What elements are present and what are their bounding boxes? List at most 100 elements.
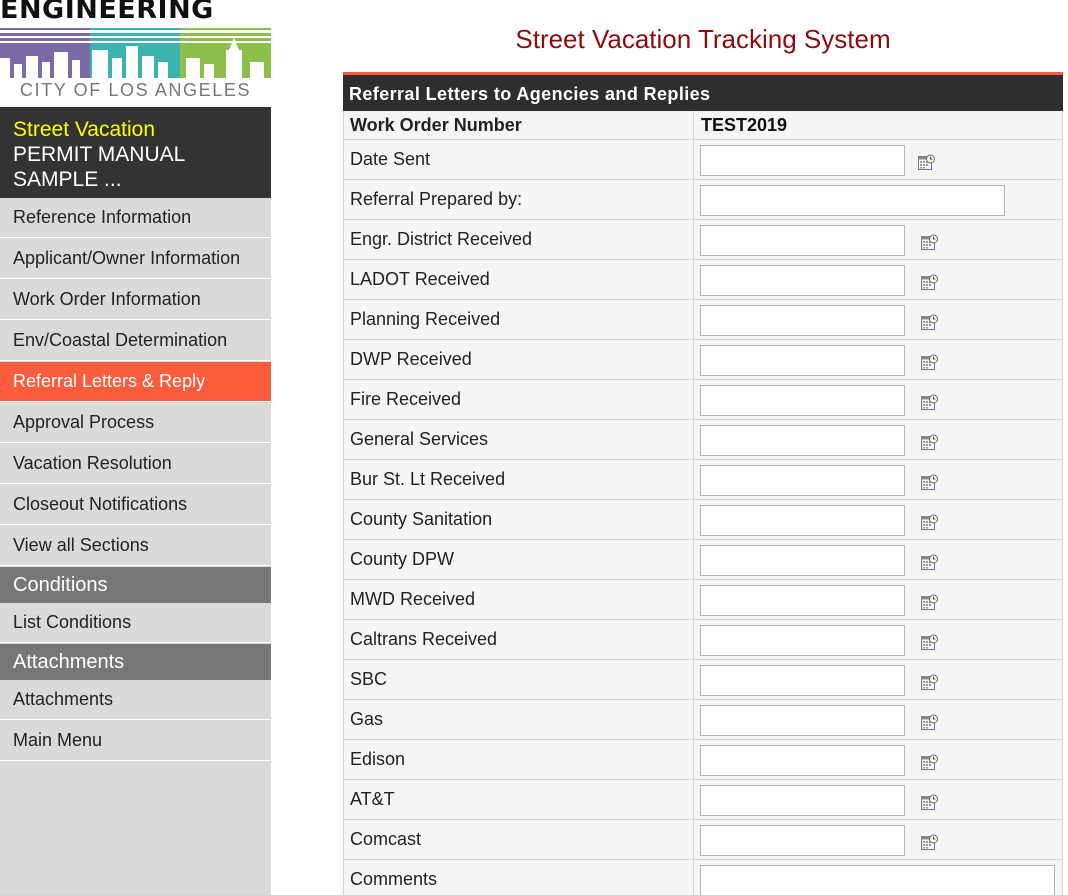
planning-received-label: Planning Received: [350, 309, 501, 329]
form-row-dwp-received: DWP Received: [343, 340, 1063, 380]
app-title: Street Vacation: [13, 118, 156, 141]
nav-item-attachments[interactable]: Attachments: [0, 680, 271, 720]
calendar-icon[interactable]: [921, 474, 938, 491]
calendar-icon[interactable]: [921, 794, 938, 811]
comments-input[interactable]: [700, 865, 1055, 895]
calendar-icon[interactable]: [918, 154, 935, 171]
nav-item-closeout-notifications[interactable]: Closeout Notifications: [0, 485, 271, 525]
planning-received-input[interactable]: [700, 305, 905, 336]
engineering-logo: ENGINEERING CITY OF LOS ANGELES: [0, 0, 271, 107]
form-row-mwd-received: MWD Received: [343, 580, 1063, 620]
nav-item-applicant-owner-information[interactable]: Applicant/Owner Information: [0, 239, 271, 279]
dwp-received-label: DWP Received: [350, 349, 472, 369]
gas-input[interactable]: [700, 705, 905, 736]
nav-item-view-all-sections[interactable]: View all Sections: [0, 526, 271, 566]
nav-item-env-coastal-determination[interactable]: Env/Coastal Determination: [0, 321, 271, 361]
calendar-icon[interactable]: [921, 434, 938, 451]
date-sent-label: Date Sent: [350, 149, 431, 169]
form-row-engr-district-received: Engr. District Received: [343, 220, 1063, 260]
column-divider: [693, 780, 694, 819]
calendar-icon[interactable]: [921, 554, 938, 571]
form-row-county-dpw: County DPW: [343, 540, 1063, 580]
form-row-date-sent: Date Sent: [343, 140, 1063, 180]
comcast-input[interactable]: [700, 825, 905, 856]
column-divider: [693, 111, 694, 139]
column-divider: [693, 740, 694, 779]
dwp-received-input[interactable]: [700, 345, 905, 376]
county-sanitation-input[interactable]: [700, 505, 905, 536]
county-sanitation-label: County Sanitation: [350, 509, 493, 529]
form-row-caltrans-received: Caltrans Received: [343, 620, 1063, 660]
general-services-label: General Services: [350, 429, 489, 449]
calendar-icon[interactable]: [921, 354, 938, 371]
edison-label: Edison: [350, 749, 406, 769]
column-divider: [693, 620, 694, 659]
nav-item-work-order-information[interactable]: Work Order Information: [0, 280, 271, 320]
referral-prepared-by-input[interactable]: [700, 185, 1005, 216]
sbc-label: SBC: [350, 669, 388, 689]
nav-item-reference-information[interactable]: Reference Information: [0, 198, 271, 238]
nav-item-list-conditions[interactable]: List Conditions: [0, 603, 271, 643]
page-title: Street Vacation Tracking System: [515, 24, 891, 54]
app-subtitle-line1: PERMIT MANUAL: [13, 143, 186, 166]
form-row-ladot-received: LADOT Received: [343, 260, 1063, 300]
mwd-received-input[interactable]: [700, 585, 905, 616]
fire-received-input[interactable]: [700, 385, 905, 416]
calendar-icon[interactable]: [921, 314, 938, 331]
caltrans-received-label: Caltrans Received: [350, 629, 498, 649]
bur-st-lt-received-input[interactable]: [700, 465, 905, 496]
general-services-input[interactable]: [700, 425, 905, 456]
column-divider: [693, 860, 694, 895]
fire-received-label: Fire Received: [350, 389, 462, 409]
calendar-icon[interactable]: [921, 394, 938, 411]
gas-label: Gas: [350, 709, 384, 729]
nav-header-attachments: Attachments: [0, 644, 271, 680]
city-skyline-logo-graphic: [0, 28, 271, 78]
calendar-icon[interactable]: [921, 594, 938, 611]
form-row-county-sanitation: County Sanitation: [343, 500, 1063, 540]
date-sent-input[interactable]: [700, 145, 905, 176]
edison-input[interactable]: [700, 745, 905, 776]
calendar-icon[interactable]: [921, 754, 938, 771]
calendar-icon[interactable]: [921, 274, 938, 291]
form-row-comcast: Comcast: [343, 820, 1063, 860]
nav-item-vacation-resolution[interactable]: Vacation Resolution: [0, 444, 271, 484]
form-row-comments: Comments: [343, 860, 1063, 895]
calendar-icon[interactable]: [921, 674, 938, 691]
nav-item-referral-letters-reply[interactable]: Referral Letters & Reply: [0, 362, 271, 402]
column-divider: [693, 180, 694, 219]
work-order-label: Work Order Number: [350, 114, 522, 135]
calendar-icon[interactable]: [921, 714, 938, 731]
calendar-icon[interactable]: [921, 514, 938, 531]
sbc-input[interactable]: [700, 665, 905, 696]
engr-district-received-input[interactable]: [700, 225, 905, 256]
caltrans-received-input[interactable]: [700, 625, 905, 656]
at-t-label: AT&T: [350, 789, 395, 809]
column-divider: [693, 460, 694, 499]
column-divider: [693, 260, 694, 299]
column-divider: [693, 700, 694, 739]
at-t-input[interactable]: [700, 785, 905, 816]
nav-item-approval-process[interactable]: Approval Process: [0, 403, 271, 443]
calendar-icon[interactable]: [921, 234, 938, 251]
column-divider: [693, 820, 694, 859]
column-divider: [693, 140, 694, 179]
comments-label: Comments: [350, 869, 438, 889]
comcast-label: Comcast: [350, 829, 422, 849]
county-dpw-input[interactable]: [700, 545, 905, 576]
engr-district-received-label: Engr. District Received: [350, 229, 533, 249]
ladot-received-label: LADOT Received: [350, 269, 490, 289]
form-row-fire-received: Fire Received: [343, 380, 1063, 420]
form-row-referral-prepared-by: Referral Prepared by:: [343, 180, 1063, 220]
app-subtitle-line2: SAMPLE ...: [13, 168, 122, 191]
bur-st-lt-received-label: Bur St. Lt Received: [350, 469, 506, 489]
nav-item-main-menu[interactable]: Main Menu: [0, 721, 271, 761]
work-order-value: TEST2019: [701, 114, 788, 135]
form-row-planning-received: Planning Received: [343, 300, 1063, 340]
calendar-icon[interactable]: [921, 634, 938, 651]
section-header: Referral Letters to Agencies and Replies: [343, 75, 1063, 111]
column-divider: [693, 580, 694, 619]
ladot-received-input[interactable]: [700, 265, 905, 296]
calendar-icon[interactable]: [921, 834, 938, 851]
column-divider: [693, 540, 694, 579]
